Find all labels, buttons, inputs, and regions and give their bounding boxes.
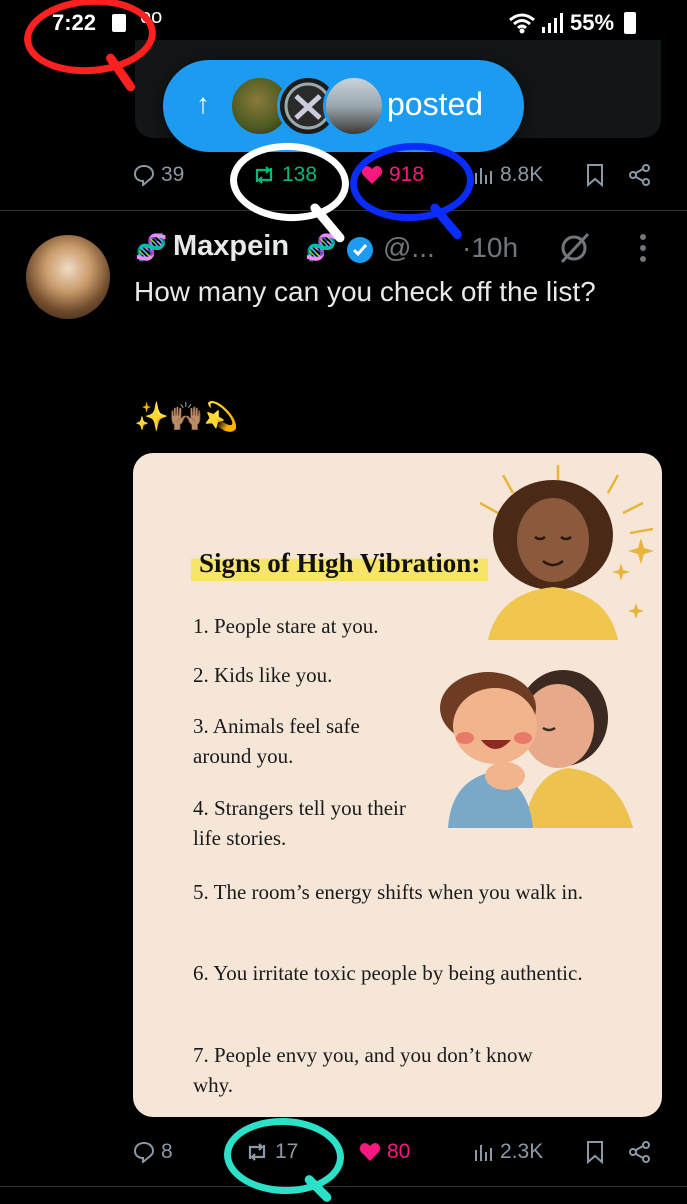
posted-label: posted bbox=[387, 86, 484, 122]
avatar[interactable] bbox=[26, 235, 110, 319]
battery-icon bbox=[624, 12, 636, 34]
sparkle-icon bbox=[612, 538, 654, 619]
handle[interactable]: @... bbox=[383, 232, 435, 264]
list-item: 4. Strangers tell you their life stories… bbox=[193, 796, 406, 850]
annotation-circle-teal bbox=[222, 1115, 346, 1197]
grok-icon[interactable] bbox=[556, 230, 592, 266]
views-chart-icon bbox=[475, 1145, 492, 1161]
post-time: ·10h bbox=[462, 232, 519, 263]
mother-child-illustration bbox=[440, 670, 633, 828]
signal-icon bbox=[542, 13, 563, 33]
up-arrow-icon: ↑ bbox=[196, 88, 210, 119]
tweet-emoji: ✨🙌🏽💫 bbox=[134, 401, 239, 432]
views-chart-icon bbox=[475, 168, 492, 184]
more-options-icon[interactable] bbox=[638, 232, 648, 264]
list-item: 7. People envy you, and you don’t know w… bbox=[193, 1043, 533, 1097]
divider bbox=[0, 210, 687, 211]
reply-icon bbox=[133, 1141, 155, 1163]
reply-count: 39 bbox=[161, 163, 185, 186]
tweet-image[interactable]: Signs of High Vibration: 1. People stare… bbox=[133, 453, 662, 1117]
tweet-text: How many can you check off the list? bbox=[134, 276, 596, 307]
heart-icon bbox=[359, 1143, 381, 1161]
reply-count: 8 bbox=[161, 1140, 173, 1163]
verified-badge-icon bbox=[347, 237, 373, 263]
list-item: 2. Kids like you. bbox=[193, 663, 333, 687]
list-item: 1. People stare at you. bbox=[193, 614, 379, 638]
avatar bbox=[323, 75, 385, 137]
dna-emoji: 🧬 bbox=[135, 232, 168, 262]
annotation-circle-blue bbox=[348, 139, 476, 225]
bookmark-icon[interactable] bbox=[585, 163, 605, 187]
list-item: 5. The room’s energy shifts when you wal… bbox=[193, 880, 584, 904]
card-title: Signs of High Vibration: bbox=[191, 546, 489, 581]
reply-icon bbox=[133, 164, 155, 186]
views-count: 2.3K bbox=[500, 1140, 544, 1163]
bookmark-icon[interactable] bbox=[585, 1140, 605, 1164]
views-button[interactable]: 8.8K bbox=[474, 163, 543, 187]
share-icon[interactable] bbox=[628, 1140, 652, 1164]
share-icon[interactable] bbox=[628, 163, 652, 187]
list-item: 6. You irritate toxic people by being au… bbox=[193, 961, 583, 985]
annotation-circle-white bbox=[228, 139, 351, 225]
display-name[interactable]: Maxpein bbox=[173, 230, 289, 263]
divider bbox=[0, 1186, 687, 1187]
wifi-icon bbox=[509, 13, 535, 34]
reply-button[interactable]: 39 bbox=[133, 163, 184, 187]
reply-button[interactable]: 8 bbox=[133, 1140, 173, 1164]
battery-level: 55% bbox=[570, 10, 615, 35]
like-count: 80 bbox=[387, 1140, 411, 1163]
list-item: 3. Animals feel safe around you. bbox=[193, 714, 360, 768]
like-button[interactable]: 80 bbox=[359, 1140, 410, 1164]
views-count: 8.8K bbox=[500, 163, 544, 186]
views-button[interactable]: 2.3K bbox=[474, 1140, 543, 1164]
